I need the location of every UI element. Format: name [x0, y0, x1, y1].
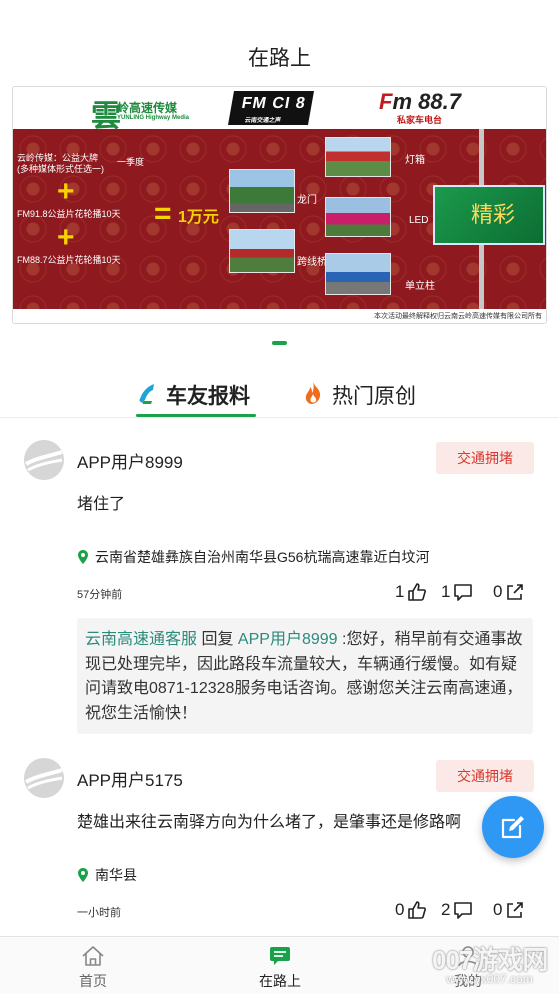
- banner-body: 云岭传媒：公益大牌 (多种媒体形式任选一) 一季度 + FM91.8公益片花轮播…: [13, 129, 546, 311]
- active-tab-indicator: [136, 414, 256, 417]
- site-watermark: 007游戏网 www.yx007.com: [432, 945, 548, 986]
- promo-banner[interactable]: 雲 岭高速传媒 YUNLING Highway Media FM CI 8 云南…: [12, 86, 547, 324]
- tab-hot-original[interactable]: 热门原创: [302, 378, 432, 416]
- avatar[interactable]: [24, 758, 64, 798]
- lightbox-label: 灯箱: [405, 155, 425, 166]
- compose-post-button[interactable]: [482, 796, 544, 858]
- chat-icon: [270, 947, 290, 965]
- share-button[interactable]: 0: [493, 899, 529, 921]
- like-button[interactable]: 0: [395, 899, 431, 921]
- comment-button[interactable]: 2: [441, 899, 477, 921]
- road-avatar-icon: [24, 440, 64, 480]
- reply-author[interactable]: 云南高速通客服: [85, 631, 197, 648]
- post-location: 云南省楚雄彝族自治州南华县G56杭瑞高速靠近白坟河: [77, 547, 429, 567]
- content-tabs: 车友报料 热门原创: [0, 368, 559, 418]
- pillar-label: 单立柱: [405, 281, 435, 292]
- edit-icon: [501, 816, 524, 839]
- led-photo: [325, 197, 391, 237]
- post-stats: 0 2 0: [395, 899, 535, 921]
- lightbox-photo: [325, 137, 391, 177]
- post-content: 楚雄出来往云南驿方向为什么堵了，是肇事还是修路啊: [77, 814, 462, 831]
- promo-line-3: FM91.8公益片花轮播10天: [17, 209, 121, 219]
- post-location: 南华县: [77, 865, 137, 885]
- title-bar: 在路上: [0, 0, 559, 84]
- billboard: 精彩: [433, 185, 545, 245]
- promo-line-2-suffix: 一季度: [117, 157, 145, 167]
- equals-sign: =: [154, 197, 172, 230]
- led-label: LED: [409, 215, 429, 226]
- tab-car-friend-reports[interactable]: 车友报料: [136, 378, 256, 417]
- megaphone-icon: [139, 384, 154, 404]
- nav-home[interactable]: 首页: [53, 943, 133, 993]
- official-reply: 云南高速通客服 回复 APP用户8999 :您好，稍早前有交通事故现已处理完毕，…: [77, 618, 533, 734]
- share-icon: [507, 902, 523, 918]
- reply-target[interactable]: APP用户8999: [238, 631, 338, 648]
- promo-line-1: 云岭传媒：公益大牌: [17, 153, 99, 163]
- banner-footnote: 本次活动最终解释权归云南云岭高速传媒有限公司所有: [13, 309, 546, 323]
- fire-icon: [305, 382, 321, 404]
- username[interactable]: APP用户8999: [77, 448, 183, 473]
- status-badge: 交通拥堵: [436, 442, 534, 474]
- promo-line-4: FM88.7公益片花轮播10天: [17, 255, 121, 265]
- post-time: 一小时前: [77, 907, 121, 919]
- post-time: 57分钟前: [77, 589, 123, 601]
- thumbs-up-icon: [408, 583, 426, 601]
- carousel-indicator[interactable]: [272, 341, 287, 345]
- post-content: 堵住了: [77, 496, 126, 513]
- home-icon: [82, 946, 104, 966]
- page-title: 在路上: [248, 47, 311, 70]
- bridge-label: 跨线桥: [297, 257, 327, 268]
- location-pin-icon: [78, 550, 88, 564]
- status-badge: 交通拥堵: [436, 760, 534, 792]
- plus-sign-2: +: [57, 221, 75, 254]
- road-avatar-icon: [24, 758, 64, 798]
- share-icon: [507, 584, 523, 600]
- gantry-label: 龙门: [297, 195, 317, 206]
- avatar[interactable]: [24, 440, 64, 480]
- yunling-logo: 雲 岭高速传媒 YUNLING Highway Media: [91, 99, 190, 134]
- promo-price: 1万元: [178, 209, 219, 226]
- gantry-photo: [229, 169, 295, 213]
- thumbs-up-icon: [408, 901, 426, 919]
- post-stats: 1 1 0: [395, 581, 535, 603]
- share-button[interactable]: 0: [493, 581, 529, 603]
- banner-logos: 雲 岭高速传媒 YUNLING Highway Media FM CI 8 云南…: [13, 87, 546, 134]
- location-pin-icon: [78, 868, 88, 882]
- pillar-photo: [325, 253, 391, 295]
- plus-sign-1: +: [57, 175, 75, 208]
- promo-line-2: (多种媒体形式任选一): [17, 164, 104, 174]
- username[interactable]: APP用户5175: [77, 766, 183, 791]
- nav-on-the-road[interactable]: 在路上: [240, 943, 320, 993]
- bridge-photo: [229, 229, 295, 273]
- comment-icon: [454, 584, 472, 601]
- like-button[interactable]: 1: [395, 581, 431, 603]
- fm-887-logo: Fm 88.7 私家车电台: [379, 89, 461, 125]
- comment-button[interactable]: 1: [441, 581, 477, 603]
- fm-918-logo: FM CI 8 云南交通之声: [228, 91, 314, 125]
- comment-icon: [454, 902, 472, 919]
